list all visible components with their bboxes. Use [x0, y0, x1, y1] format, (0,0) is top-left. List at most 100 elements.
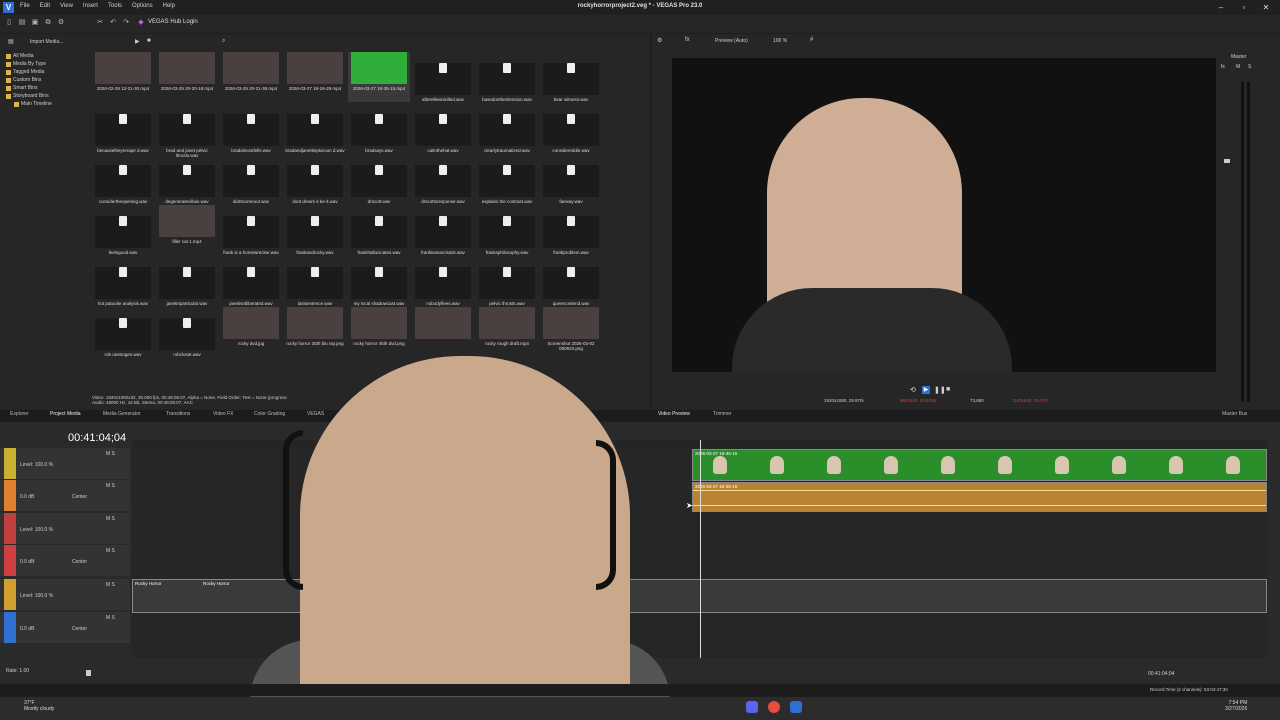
- track-header[interactable]: 0.0 dB M S Center: [0, 545, 130, 576]
- media-item[interactable]: franksphilosophy.wav: [476, 205, 538, 255]
- track-header[interactable]: Level: 100.0 % M S: [0, 448, 130, 479]
- media-item[interactable]: queercontend.wav: [540, 256, 602, 306]
- media-item[interactable]: bradsays.wav: [348, 103, 410, 153]
- media-item[interactable]: frank is a homewrecker.wav: [220, 205, 282, 255]
- media-item[interactable]: 2026-03-27 18-16-29.mp4: [284, 52, 346, 102]
- preview-zoom-select[interactable]: 100 %: [773, 38, 787, 44]
- import-media-icon[interactable]: ▤: [8, 38, 14, 45]
- tab-trimmer[interactable]: Trimmer: [713, 411, 731, 417]
- save-icon[interactable]: ▣: [30, 18, 40, 28]
- track-pan[interactable]: Center: [72, 494, 87, 500]
- grid-icon[interactable]: #: [810, 37, 813, 43]
- media-item[interactable]: drscott.wav: [348, 154, 410, 204]
- render-icon[interactable]: ⧉: [43, 18, 53, 28]
- tab-color-grading[interactable]: Color Grading: [254, 411, 285, 417]
- media-item[interactable]: 2026-03-25 20-21-38.mp4: [220, 52, 282, 102]
- tree-item-media-by-type[interactable]: Media By Type: [6, 60, 88, 68]
- tab-vegas[interactable]: VEGAS: [307, 411, 324, 417]
- media-item[interactable]: frankproblem.wav: [540, 205, 602, 255]
- track-level[interactable]: Level: 100.0 %: [20, 462, 53, 468]
- media-item[interactable]: 2026-03-27 18-35-15.mp4: [348, 52, 410, 102]
- mute-solo-buttons[interactable]: M S: [106, 451, 115, 457]
- open-icon[interactable]: ▤: [17, 18, 27, 28]
- media-item[interactable]: janetisntliberated.wav: [220, 256, 282, 306]
- import-media-button[interactable]: Import Media...: [30, 39, 63, 45]
- master-fx-button[interactable]: fx: [1221, 64, 1225, 70]
- close-icon[interactable]: ✕: [1259, 2, 1273, 13]
- media-item[interactable]: didntcomeout.wav: [220, 154, 282, 204]
- media-item[interactable]: robcloset.wav: [156, 307, 218, 357]
- menu-file[interactable]: File: [20, 3, 30, 9]
- stop-preview-icon[interactable]: ■: [946, 386, 950, 393]
- discord-icon[interactable]: [746, 701, 758, 713]
- tree-item-tagged-media[interactable]: Tagged Media: [6, 68, 88, 76]
- tab-video-preview[interactable]: Video Preview: [658, 411, 690, 417]
- media-item[interactable]: nobodyflees.wav: [412, 256, 474, 306]
- menu-options[interactable]: Options: [132, 3, 153, 9]
- mute-solo-buttons[interactable]: M S: [106, 615, 115, 621]
- tab-media-generator[interactable]: Media Generator: [103, 411, 141, 417]
- menu-tools[interactable]: Tools: [108, 3, 122, 9]
- media-item[interactable]: degeneratevillain.wav: [156, 154, 218, 204]
- mute-solo-buttons[interactable]: M S: [106, 516, 115, 522]
- maximize-icon[interactable]: ▫: [1237, 2, 1251, 13]
- hub-icon[interactable]: ◆: [136, 18, 146, 28]
- properties-icon[interactable]: ⚙: [56, 18, 66, 28]
- media-item[interactable]: dont dream it be it.wav: [284, 154, 346, 204]
- tab-explorer[interactable]: Explorer: [10, 411, 29, 417]
- settings-icon[interactable]: ⚙: [657, 37, 662, 44]
- pause-icon[interactable]: ❚❚: [934, 386, 946, 394]
- play-icon[interactable]: ▶: [135, 38, 140, 45]
- media-item[interactable]: rob oestrogen.wav: [92, 307, 154, 357]
- loop-icon[interactable]: ⟲: [910, 386, 916, 394]
- media-item[interactable]: hot patootie analysis.wav: [92, 256, 154, 306]
- track-level[interactable]: 0.0 dB: [20, 559, 34, 565]
- tab-transitions[interactable]: Transitions: [166, 411, 190, 417]
- media-item[interactable]: considereddie.wav: [540, 103, 602, 153]
- media-item[interactable]: filler cat 1.mp4: [156, 205, 218, 255]
- media-item[interactable]: becausetheyrerape d.wav: [92, 103, 154, 153]
- track-level[interactable]: Level: 100.0 %: [20, 527, 53, 533]
- media-item[interactable]: afterelliesiskilled.wav: [412, 52, 474, 102]
- track-pan[interactable]: Center: [72, 626, 87, 632]
- mute-solo-buttons[interactable]: M S: [106, 582, 115, 588]
- media-item[interactable]: brad and janet pelvic thrusts.wav: [156, 103, 218, 158]
- tab-project-media[interactable]: Project Media: [50, 411, 81, 417]
- vegas-app-icon[interactable]: V: [3, 2, 14, 13]
- media-item[interactable]: rocky rough draft.mp4: [476, 307, 538, 357]
- menu-help[interactable]: Help: [163, 3, 175, 9]
- media-item[interactable]: feelsgood.wav: [92, 205, 154, 255]
- media-item[interactable]: frankhallucinates.wav: [348, 205, 410, 255]
- master-fader-handle[interactable]: [1224, 159, 1230, 163]
- media-item[interactable]: frankisanarcissist.wav: [412, 205, 474, 255]
- media-item[interactable]: catinthehat.wav: [412, 103, 474, 153]
- master-solo-button[interactable]: S: [1248, 64, 1251, 70]
- tree-item-storyboard-bins[interactable]: Storyboard Bins: [6, 92, 88, 100]
- redo-icon[interactable]: ↷: [121, 18, 131, 28]
- play-preview-icon[interactable]: ▶: [922, 386, 930, 394]
- track-pan[interactable]: Center: [72, 559, 87, 565]
- media-item[interactable]: 2026-03-25 20-20-18.mp4: [156, 52, 218, 102]
- media-item[interactable]: pelvic thrusts.wav: [476, 256, 538, 306]
- menu-insert[interactable]: Insert: [83, 3, 98, 9]
- media-item[interactable]: 2026-02-28 12-21-30.mp4: [92, 52, 154, 102]
- track-header[interactable]: 0.0 dB M S Center: [0, 480, 130, 511]
- green-screen-video-clip[interactable]: 2026-03-27 18-35-15: [692, 449, 1267, 481]
- track-level[interactable]: 0.0 dB: [20, 494, 34, 500]
- media-item[interactable]: lastsentence.wav: [284, 256, 346, 306]
- tree-item-smart-bins[interactable]: Smart Bins: [6, 84, 88, 92]
- new-project-icon[interactable]: ▯: [4, 18, 14, 28]
- media-item[interactable]: my local shadowcast.wav: [348, 256, 410, 306]
- media-item[interactable]: frankandrocky.wav: [284, 205, 346, 255]
- vegas-taskbar-icon[interactable]: [790, 701, 802, 713]
- media-item[interactable]: bear witness.wav: [540, 52, 602, 102]
- audio-clip[interactable]: 2026-03-27 18-35-15: [692, 482, 1267, 512]
- track-level[interactable]: 0.0 dB: [20, 626, 34, 632]
- weather-widget[interactable]: 37°F Mostly cloudy: [24, 700, 54, 712]
- track-header[interactable]: 0.0 dB M S Center: [0, 612, 130, 643]
- media-item[interactable]: drscottsresponse.wav: [412, 154, 474, 204]
- tab-video-fx[interactable]: Video FX: [213, 411, 233, 417]
- mute-solo-buttons[interactable]: M S: [106, 548, 115, 554]
- rate-slider-handle[interactable]: [86, 670, 91, 676]
- media-item[interactable]: bradalmostfells.wav: [220, 103, 282, 153]
